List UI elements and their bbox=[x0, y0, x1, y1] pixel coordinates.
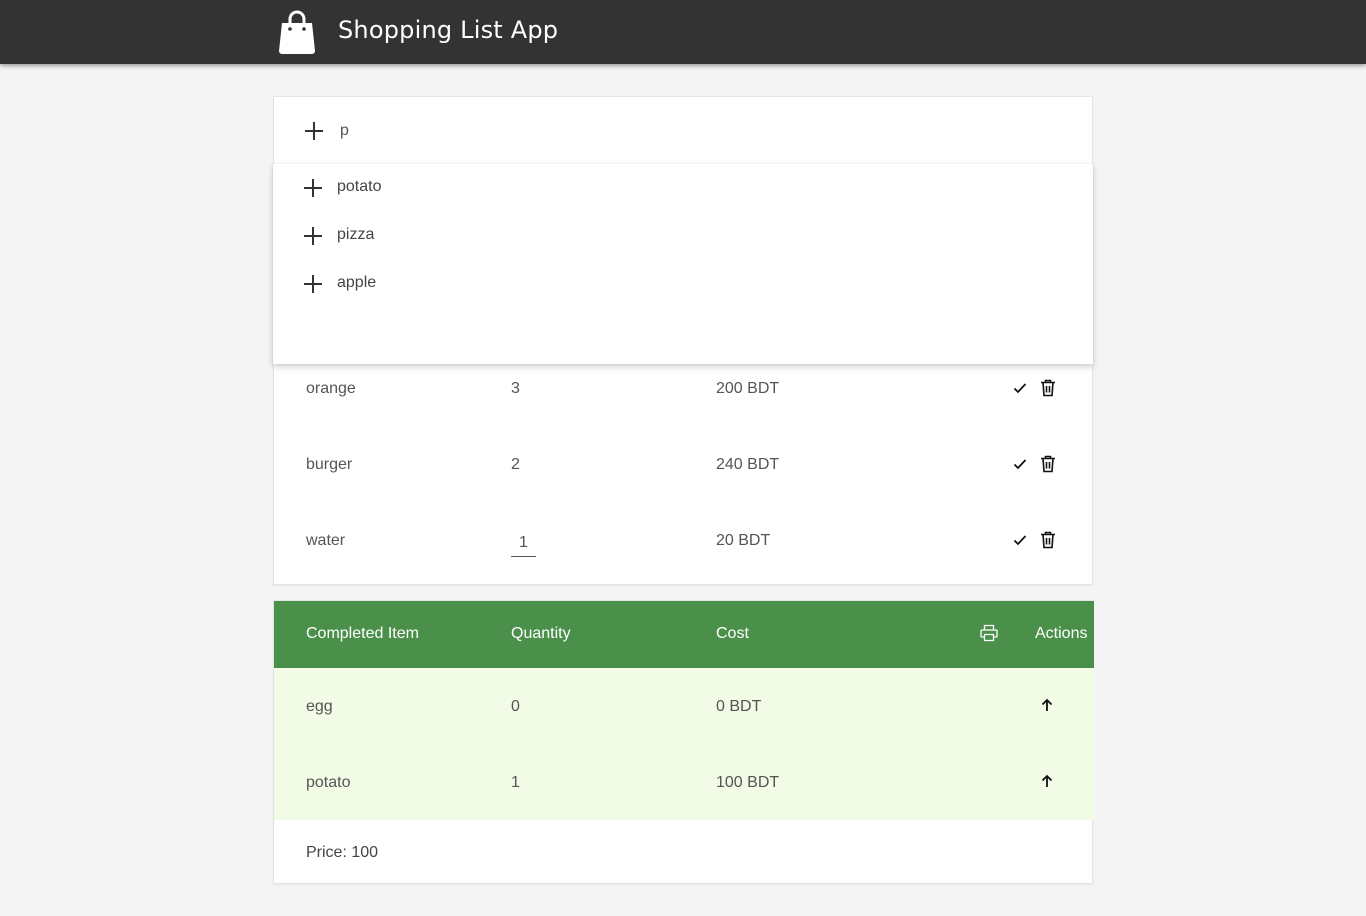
check-icon[interactable] bbox=[1013, 457, 1027, 471]
suggestion-item[interactable]: potato bbox=[273, 164, 1093, 212]
item-cost: 240 BDT bbox=[716, 456, 780, 473]
suggestion-item[interactable]: apple bbox=[273, 260, 1093, 308]
list-item: orange 3 200 BDT bbox=[274, 359, 1094, 435]
add-item-row bbox=[274, 97, 1094, 164]
check-icon[interactable] bbox=[1013, 533, 1027, 547]
print-icon[interactable] bbox=[980, 624, 998, 642]
completed-row: potato 1 100 BDT bbox=[274, 744, 1094, 820]
app-title: Shopping List App bbox=[338, 16, 559, 44]
check-icon[interactable] bbox=[1013, 381, 1027, 395]
item-quantity: 0 bbox=[511, 698, 520, 715]
plus-icon bbox=[304, 227, 322, 245]
shopping-bag-icon bbox=[279, 10, 315, 54]
column-header-actions: Actions bbox=[1035, 625, 1088, 642]
completed-card: Completed Item Quantity Cost Actions egg… bbox=[273, 600, 1094, 884]
column-header-item: Completed Item bbox=[306, 625, 419, 642]
total-price: Price: 100 bbox=[306, 844, 379, 861]
suggestion-label: pizza bbox=[337, 226, 375, 243]
suggestion-label: potato bbox=[337, 178, 382, 195]
item-quantity[interactable]: 2 bbox=[511, 456, 520, 474]
plus-icon bbox=[304, 179, 322, 197]
plus-icon bbox=[304, 275, 322, 293]
arrow-up-icon[interactable] bbox=[1040, 774, 1054, 788]
item-cost: 100 BDT bbox=[716, 774, 780, 791]
column-header-quantity: Quantity bbox=[511, 625, 571, 642]
suggestions-dropdown: potato pizza apple bbox=[273, 164, 1093, 364]
completed-table-header: Completed Item Quantity Cost Actions bbox=[274, 601, 1094, 668]
suggestion-item[interactable]: pizza bbox=[273, 212, 1093, 260]
trash-icon[interactable] bbox=[1040, 455, 1056, 473]
item-cost: 0 BDT bbox=[716, 698, 762, 715]
plus-icon[interactable] bbox=[305, 122, 323, 140]
add-item-input[interactable] bbox=[340, 119, 1040, 143]
arrow-up-icon[interactable] bbox=[1040, 698, 1054, 712]
completed-row: egg 0 0 BDT bbox=[274, 668, 1094, 744]
item-name: burger bbox=[306, 456, 353, 473]
trash-icon[interactable] bbox=[1040, 379, 1056, 397]
item-cost: 20 BDT bbox=[716, 532, 771, 549]
app-bar: Shopping List App bbox=[0, 0, 1366, 64]
list-item: burger 2 240 BDT bbox=[274, 435, 1094, 511]
item-quantity: 1 bbox=[511, 774, 520, 791]
quantity-input[interactable] bbox=[511, 529, 536, 557]
suggestion-label: apple bbox=[337, 274, 377, 291]
item-cost: 200 BDT bbox=[716, 380, 780, 397]
trash-icon[interactable] bbox=[1040, 531, 1056, 549]
list-item: water 20 BDT bbox=[274, 511, 1094, 587]
item-name: water bbox=[306, 532, 346, 549]
item-name: potato bbox=[306, 774, 351, 791]
column-header-cost: Cost bbox=[716, 625, 749, 642]
item-name: orange bbox=[306, 380, 356, 397]
item-quantity[interactable]: 3 bbox=[511, 380, 520, 398]
item-name: egg bbox=[306, 698, 333, 715]
